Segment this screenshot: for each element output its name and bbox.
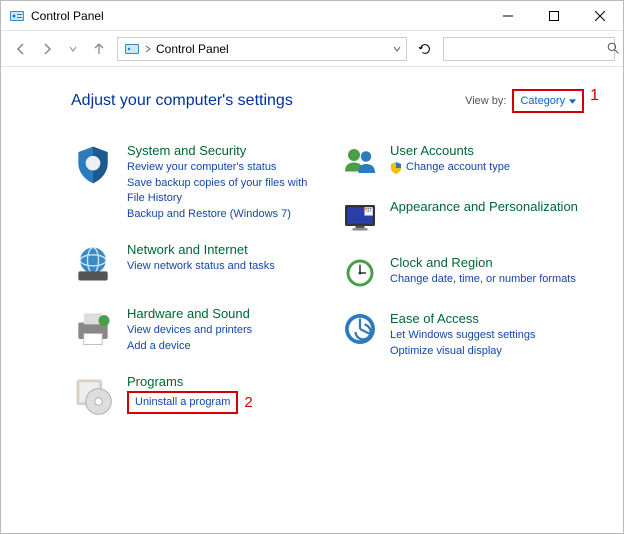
clock-icon: [342, 255, 378, 291]
recent-locations-button[interactable]: [61, 37, 85, 61]
users-icon: [342, 143, 378, 179]
chevron-right-icon: [144, 45, 152, 53]
title-bar: Control Panel: [1, 1, 623, 31]
address-path: Control Panel: [156, 42, 388, 56]
search-box[interactable]: [443, 37, 615, 61]
category-user-accounts: User Accounts Change account type: [342, 143, 599, 179]
right-column: User Accounts Change account type: [342, 143, 599, 418]
category-link[interactable]: Optimize visual display: [390, 344, 536, 359]
category-link[interactable]: Change account type: [406, 160, 510, 175]
nav-bar: Control Panel: [1, 31, 623, 67]
monitor-icon: [342, 199, 378, 235]
category-clock-region: Clock and Region Change date, time, or n…: [342, 255, 599, 291]
annotation-2: 2: [244, 394, 252, 411]
back-button[interactable]: [9, 37, 33, 61]
uac-shield-icon: [390, 162, 402, 174]
content-area: Adjust your computer's settings View by:…: [1, 67, 623, 438]
search-input[interactable]: [444, 42, 607, 56]
category-hardware: Hardware and Sound View devices and prin…: [71, 306, 328, 354]
ease-of-access-icon: [342, 311, 378, 347]
annotation-1: 1: [590, 87, 599, 105]
category-title[interactable]: Appearance and Personalization: [390, 199, 578, 215]
window-title: Control Panel: [31, 9, 485, 23]
category-title[interactable]: Network and Internet: [127, 242, 275, 258]
category-programs: Programs Uninstall a program 2: [71, 374, 328, 418]
globe-icon: [71, 242, 115, 286]
category-link[interactable]: Let Windows suggest settings: [390, 328, 536, 343]
minimize-button[interactable]: [485, 1, 531, 31]
close-button[interactable]: [577, 1, 623, 31]
category-link[interactable]: Change date, time, or number formats: [390, 272, 576, 287]
shield-icon: [71, 143, 115, 187]
category-title[interactable]: Clock and Region: [390, 255, 576, 271]
printer-icon: [71, 306, 115, 350]
refresh-button[interactable]: [413, 37, 437, 61]
search-icon: [607, 42, 620, 55]
category-link[interactable]: Review your computer's status: [127, 160, 328, 175]
category-link[interactable]: Add a device: [127, 339, 252, 354]
forward-button[interactable]: [35, 37, 59, 61]
control-panel-icon: [124, 41, 140, 57]
page-heading: Adjust your computer's settings: [71, 92, 465, 110]
left-column: System and Security Review your computer…: [71, 143, 328, 418]
category-link[interactable]: View devices and printers: [127, 323, 252, 338]
category-link[interactable]: Backup and Restore (Windows 7): [127, 207, 328, 222]
disc-icon: [71, 374, 115, 418]
up-button[interactable]: [87, 37, 111, 61]
category-appearance: Appearance and Personalization: [342, 199, 599, 235]
search-button[interactable]: [607, 38, 620, 60]
category-title[interactable]: Programs: [127, 374, 253, 390]
address-dropdown[interactable]: [388, 45, 406, 53]
category-link[interactable]: Save backup copies of your files with Fi…: [127, 176, 328, 206]
category-title[interactable]: User Accounts: [390, 143, 510, 159]
category-system-security: System and Security Review your computer…: [71, 143, 328, 222]
category-network: Network and Internet View network status…: [71, 242, 328, 286]
viewby-label: View by:: [465, 95, 506, 107]
uninstall-program-link[interactable]: Uninstall a program: [127, 391, 238, 414]
viewby-dropdown[interactable]: Category: [512, 89, 584, 113]
category-link[interactable]: View network status and tasks: [127, 259, 275, 274]
category-ease-of-access: Ease of Access Let Windows suggest setti…: [342, 311, 599, 359]
viewby-value-text: Category: [520, 95, 565, 107]
category-title[interactable]: System and Security: [127, 143, 328, 159]
category-title[interactable]: Hardware and Sound: [127, 306, 252, 322]
maximize-button[interactable]: [531, 1, 577, 31]
chevron-down-icon: [569, 99, 576, 104]
control-panel-icon: [9, 8, 25, 24]
address-bar[interactable]: Control Panel: [117, 37, 407, 61]
category-title[interactable]: Ease of Access: [390, 311, 536, 327]
